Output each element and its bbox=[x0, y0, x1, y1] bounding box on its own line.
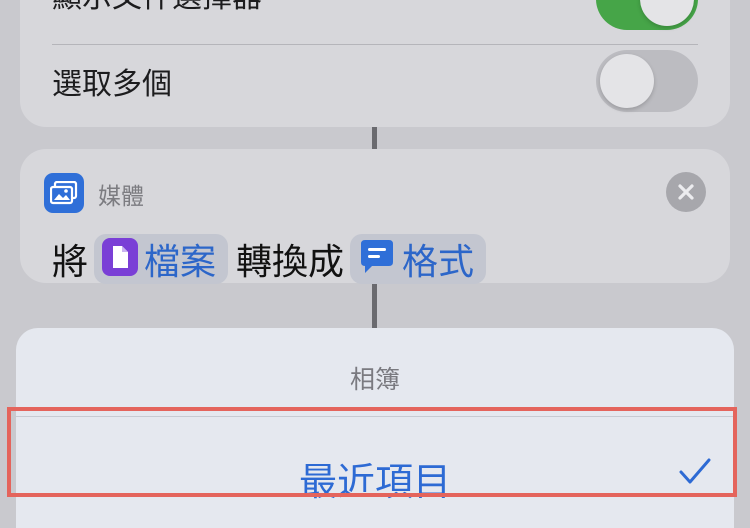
select-multiple-label: 選取多個 bbox=[52, 67, 172, 102]
input-parameter-label: 檔案 bbox=[144, 242, 217, 283]
file-picker-options-card: 顯示文件選擇器 選取多個 bbox=[20, 0, 730, 127]
convert-media-action-card: 媒體 將 檔案 轉換成 格式 bbox=[20, 149, 730, 285]
album-picker-sheet: 相簿 最近項目 bbox=[16, 328, 734, 528]
show-document-picker-label: 顯示文件選擇器 bbox=[52, 0, 262, 16]
close-icon bbox=[678, 184, 694, 200]
action-sentence: 將 檔案 轉換成 格式 bbox=[52, 233, 494, 285]
document-icon bbox=[102, 238, 139, 280]
remove-action-button[interactable] bbox=[666, 172, 706, 212]
flow-connector-top bbox=[372, 125, 377, 151]
album-option-recents[interactable]: 最近項目 bbox=[16, 417, 734, 527]
action-category-label: 媒體 bbox=[98, 184, 144, 210]
speech-bubble-icon bbox=[358, 238, 396, 280]
album-option-label: 最近項目 bbox=[298, 460, 451, 504]
sheet-title: 相簿 bbox=[349, 365, 400, 394]
checkmark-icon bbox=[678, 457, 712, 491]
photo-icon bbox=[44, 173, 84, 213]
show-document-picker-toggle[interactable] bbox=[596, 0, 698, 30]
sentence-prefix: 將 bbox=[52, 242, 89, 283]
toggle-knob bbox=[600, 54, 654, 108]
flow-connector-bottom bbox=[372, 283, 377, 329]
input-parameter-pill[interactable]: 檔案 bbox=[94, 234, 229, 284]
sentence-middle: 轉換成 bbox=[236, 242, 345, 283]
select-multiple-row: 選取多個 bbox=[52, 44, 698, 117]
select-multiple-toggle[interactable] bbox=[596, 50, 698, 112]
output-format-pill[interactable]: 格式 bbox=[350, 234, 487, 284]
show-document-picker-row: 顯示文件選擇器 bbox=[52, 0, 698, 42]
toggle-knob bbox=[640, 0, 694, 26]
output-format-label: 格式 bbox=[402, 242, 475, 283]
